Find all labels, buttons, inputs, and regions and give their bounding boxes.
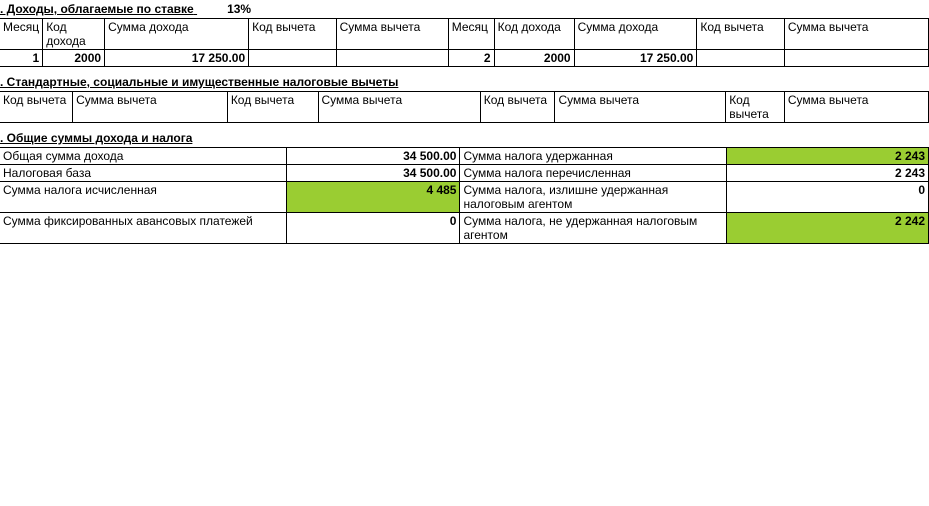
tax-not-withheld-value: 2 242 <box>727 213 929 244</box>
header-income-code-a: Код дохода <box>43 19 105 50</box>
ded-code-4: Код вычета <box>726 92 785 123</box>
income-table: Месяц Код дохода Сумма дохода Код вычета… <box>0 18 929 67</box>
cell-dedcode-a <box>249 50 337 67</box>
header-ded-code-a: Код вычета <box>249 19 337 50</box>
cell-code-b: 2000 <box>494 50 574 67</box>
tax-over-value: 0 <box>727 182 929 213</box>
section-4-title: . Стандартные, социальные и имущественны… <box>0 73 929 91</box>
header-ded-sum-b: Сумма вычета <box>784 19 928 50</box>
totals-row-2: Налоговая база 34 500.00 Сумма налога пе… <box>0 165 929 182</box>
tax-transferred-value: 2 243 <box>727 165 929 182</box>
tax-not-withheld-label: Сумма налога, не удержанная налоговым аг… <box>460 213 727 244</box>
tax-transferred-label: Сумма налога перечисленная <box>460 165 727 182</box>
ded-code-2: Код вычета <box>227 92 318 123</box>
tax-withheld-label: Сумма налога удержанная <box>460 148 727 165</box>
header-ded-sum-a: Сумма вычета <box>336 19 448 50</box>
section-3-rate: 13% <box>227 2 251 16</box>
header-ded-code-b: Код вычета <box>697 19 785 50</box>
ded-sum-4: Сумма вычета <box>784 92 928 123</box>
header-income-code-b: Код дохода <box>494 19 574 50</box>
tax-over-label: Сумма налога, излишне удержанная налогов… <box>460 182 727 213</box>
section-3-label: . Доходы, облагаемые по ставке <box>0 2 194 16</box>
tax-withheld-value: 2 243 <box>727 148 929 165</box>
ded-sum-2: Сумма вычета <box>318 92 480 123</box>
tax-calc-label: Сумма налога исчисленная <box>0 182 286 213</box>
totals-row-3: Сумма налога исчисленная 4 485 Сумма нал… <box>0 182 929 213</box>
header-month-b: Месяц <box>448 19 494 50</box>
fixed-adv-value: 0 <box>286 213 460 244</box>
header-month-a: Месяц <box>0 19 43 50</box>
cell-sum-a: 17 250.00 <box>105 50 249 67</box>
tax-base-value: 34 500.00 <box>286 165 460 182</box>
ded-sum-1: Сумма вычета <box>73 92 228 123</box>
total-income-value: 34 500.00 <box>286 148 460 165</box>
tax-calc-value: 4 485 <box>286 182 460 213</box>
totals-row-1: Общая сумма дохода 34 500.00 Сумма налог… <box>0 148 929 165</box>
cell-dedsum-a <box>336 50 448 67</box>
section-3-title: . Доходы, облагаемые по ставке 13% <box>0 0 929 18</box>
deductions-table: Код вычета Сумма вычета Код вычета Сумма… <box>0 91 929 123</box>
income-row-1: 1 2000 17 250.00 2 2000 17 250.00 <box>0 50 929 67</box>
header-income-sum-a: Сумма дохода <box>105 19 249 50</box>
header-income-sum-b: Сумма дохода <box>574 19 697 50</box>
income-header-row: Месяц Код дохода Сумма дохода Код вычета… <box>0 19 929 50</box>
totals-table: Общая сумма дохода 34 500.00 Сумма налог… <box>0 147 929 244</box>
cell-dedsum-b <box>784 50 928 67</box>
cell-code-a: 2000 <box>43 50 105 67</box>
fixed-adv-label: Сумма фиксированных авансовых платежей <box>0 213 286 244</box>
tax-base-label: Налоговая база <box>0 165 286 182</box>
cell-dedcode-b <box>697 50 785 67</box>
cell-month-a: 1 <box>0 50 43 67</box>
deductions-header-row: Код вычета Сумма вычета Код вычета Сумма… <box>0 92 929 123</box>
totals-row-4: Сумма фиксированных авансовых платежей 0… <box>0 213 929 244</box>
ded-code-1: Код вычета <box>0 92 73 123</box>
ded-sum-3: Сумма вычета <box>555 92 726 123</box>
cell-sum-b: 17 250.00 <box>574 50 697 67</box>
cell-month-b: 2 <box>448 50 494 67</box>
ded-code-3: Код вычета <box>480 92 555 123</box>
section-5-title: . Общие суммы дохода и налога <box>0 129 929 147</box>
total-income-label: Общая сумма дохода <box>0 148 286 165</box>
